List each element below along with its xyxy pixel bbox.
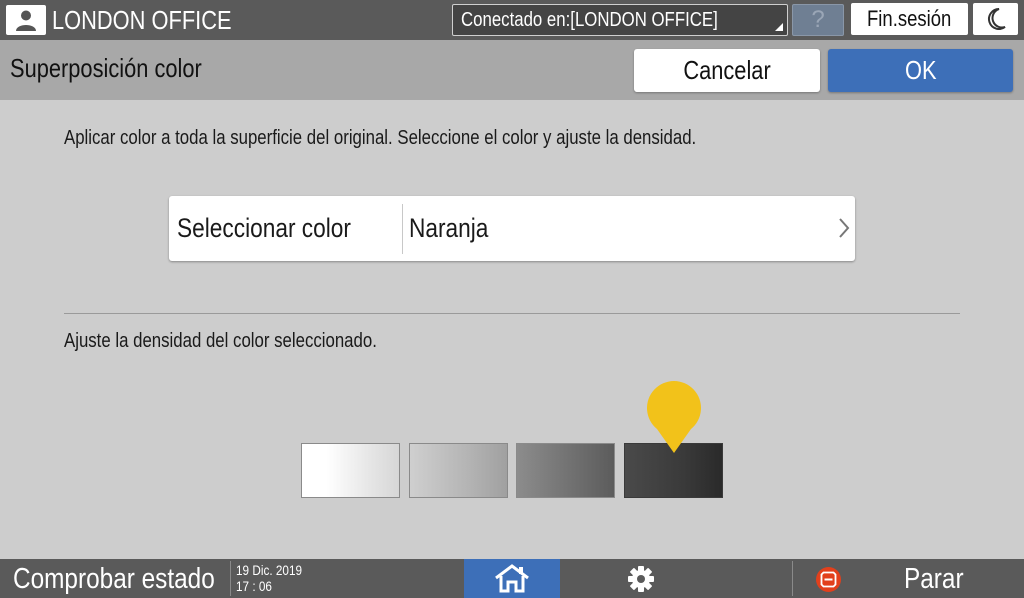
ok-button[interactable]: OK — [828, 49, 1013, 92]
help-button[interactable]: ? — [792, 4, 844, 36]
moon-icon — [988, 8, 1006, 30]
office-name: LONDON OFFICE — [52, 5, 232, 35]
row-divider — [402, 204, 403, 254]
screen-title: Superposición color — [10, 53, 202, 83]
gear-icon — [628, 566, 654, 592]
chevron-right-icon — [839, 218, 850, 238]
select-color-label: Seleccionar color — [177, 213, 351, 243]
title-bar: Superposición color Cancelar OK — [0, 40, 1024, 100]
connection-text: Conectado en:[LONDON OFFICE] — [461, 9, 718, 31]
density-instruction: Ajuste la densidad del color seleccionad… — [64, 330, 377, 352]
density-level-2[interactable] — [409, 443, 508, 498]
home-icon — [495, 564, 529, 593]
density-level-1[interactable] — [301, 443, 400, 498]
instruction-text: Aplicar color a toda la superficie del o… — [64, 127, 697, 149]
logout-button[interactable]: Fin.sesión — [851, 3, 968, 35]
date-text: 19 Dic. 2019 — [236, 562, 303, 578]
connection-selector[interactable]: Conectado en:[LONDON OFFICE] — [452, 4, 788, 36]
time-text: 17 : 06 — [236, 578, 272, 594]
cancel-button[interactable]: Cancelar — [634, 49, 820, 92]
user-icon[interactable] — [6, 5, 46, 35]
check-status-button[interactable]: Comprobar estado — [13, 561, 253, 597]
sleep-mode-button[interactable] — [973, 3, 1018, 35]
density-marker-icon — [647, 381, 701, 453]
select-color-row[interactable]: Seleccionar color Naranja — [169, 196, 855, 261]
bottom-divider-right — [792, 561, 793, 596]
home-button[interactable] — [464, 559, 560, 598]
density-level-3[interactable] — [516, 443, 615, 498]
settings-button[interactable] — [593, 559, 689, 598]
selected-color-value: Naranja — [409, 213, 489, 243]
date-time: 19 Dic. 2019 17 : 06 — [236, 562, 315, 594]
stop-icon[interactable] — [815, 566, 842, 593]
top-bar: LONDON OFFICE Conectado en:[LONDON OFFIC… — [0, 0, 1024, 40]
dropdown-corner-icon — [775, 23, 783, 31]
bottom-bar: Comprobar estado 19 Dic. 2019 17 : 06 Pa… — [0, 559, 1024, 598]
bottom-divider — [230, 561, 231, 596]
stop-button[interactable]: Parar — [904, 561, 975, 597]
section-divider — [64, 313, 960, 314]
